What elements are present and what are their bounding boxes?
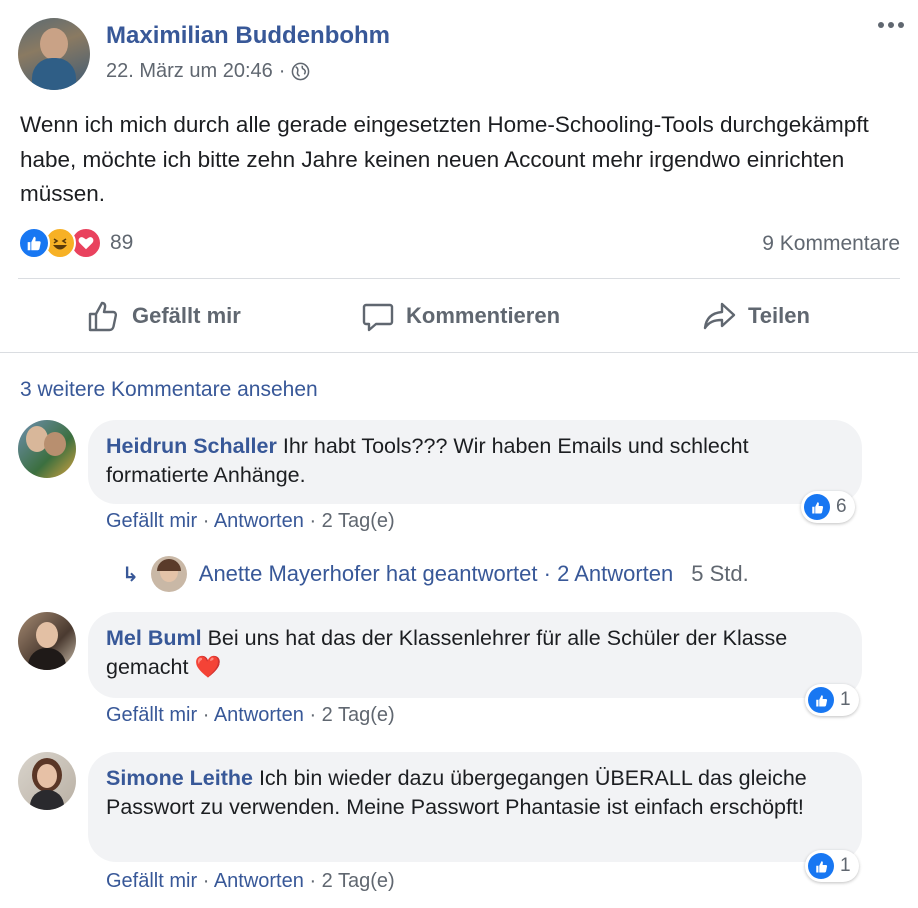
comment-like-link[interactable]: Gefällt mir bbox=[106, 510, 197, 532]
commenter-avatar[interactable] bbox=[18, 752, 76, 810]
comment-count[interactable]: 9 Kommentare bbox=[762, 232, 900, 256]
comment-time[interactable]: 2 Tag(e) bbox=[322, 510, 395, 532]
reactions-summary[interactable]: 89 bbox=[18, 226, 133, 260]
divider-top bbox=[18, 278, 900, 279]
separator-dot: · bbox=[309, 510, 317, 532]
comment-like-badge[interactable]: 1 bbox=[805, 684, 859, 716]
comment-time[interactable]: 2 Tag(e) bbox=[322, 704, 395, 726]
comment-like-count: 1 bbox=[840, 689, 851, 710]
separator-dot: · bbox=[309, 704, 317, 726]
share-label: Teilen bbox=[748, 303, 810, 328]
separator-dot: · bbox=[202, 870, 210, 892]
comment-reply-link[interactable]: Antworten bbox=[214, 870, 304, 892]
comment-like-link[interactable]: Gefällt mir bbox=[106, 870, 197, 892]
comment-like-badge[interactable]: 6 bbox=[801, 491, 855, 523]
meta-separator: · bbox=[278, 60, 286, 82]
share-button[interactable]: Teilen bbox=[702, 296, 810, 336]
comment-like-link[interactable]: Gefällt mir bbox=[106, 704, 197, 726]
commenter-name[interactable]: Heidrun Schaller bbox=[106, 434, 277, 458]
like-icon bbox=[808, 687, 834, 713]
comment-actions: Gefällt mir · Antworten · 2 Tag(e) bbox=[106, 870, 395, 893]
commenter-name[interactable]: Simone Leithe bbox=[106, 766, 253, 790]
comment-like-count: 1 bbox=[840, 855, 851, 876]
reply-arrow-icon: ↳ bbox=[122, 563, 139, 586]
heart-emoji: ❤️ bbox=[194, 655, 222, 679]
comment-reply-link[interactable]: Antworten bbox=[214, 510, 304, 532]
post-meta: 22. März um 20:46 · bbox=[106, 60, 310, 83]
comment-bubble: Simone Leithe Ich bin wieder dazu überge… bbox=[88, 752, 862, 862]
comment-icon bbox=[362, 303, 394, 332]
reply-thread-row[interactable]: ↳ Anette Mayerhofer hat geantwortet · 2 … bbox=[122, 556, 749, 592]
divider-bottom bbox=[0, 352, 918, 353]
reaction-count: 89 bbox=[110, 231, 134, 254]
reply-summary-link[interactable]: Anette Mayerhofer hat geantwortet · 2 An… bbox=[199, 561, 674, 587]
separator-dot: · bbox=[309, 870, 317, 892]
comment-label: Kommentieren bbox=[406, 303, 561, 328]
view-more-comments-link[interactable]: 3 weitere Kommentare ansehen bbox=[20, 378, 318, 402]
like-icon bbox=[18, 227, 50, 259]
commenter-avatar[interactable] bbox=[18, 420, 76, 478]
author-name[interactable]: Maximilian Buddenbohm bbox=[106, 22, 390, 50]
like-label: Gefällt mir bbox=[132, 303, 241, 328]
more-options-icon[interactable] bbox=[878, 22, 904, 28]
thumbs-up-icon bbox=[88, 301, 118, 332]
commenter-name[interactable]: Mel Buml bbox=[106, 626, 202, 650]
like-icon bbox=[808, 853, 834, 879]
post-date[interactable]: 22. März um 20:46 bbox=[106, 60, 273, 83]
comment-bubble: Mel Buml Bei uns hat das der Klassenlehr… bbox=[88, 612, 862, 698]
replier-avatar bbox=[150, 556, 187, 592]
like-button[interactable]: Gefällt mir bbox=[86, 296, 241, 336]
comment-actions: Gefällt mir · Antworten · 2 Tag(e) bbox=[106, 704, 395, 727]
separator-dot: · bbox=[202, 510, 210, 532]
comment-actions: Gefällt mir · Antworten · 2 Tag(e) bbox=[106, 510, 395, 533]
globe-icon bbox=[291, 62, 310, 81]
separator-dot: · bbox=[202, 704, 210, 726]
share-icon bbox=[703, 302, 736, 330]
reply-time: 5 Std. bbox=[691, 561, 749, 586]
comment-like-badge[interactable]: 1 bbox=[805, 850, 859, 882]
comment-button[interactable]: Kommentieren bbox=[360, 296, 560, 336]
like-icon bbox=[804, 494, 830, 520]
post-text: Wenn ich mich durch alle gerade eingeset… bbox=[20, 112, 869, 206]
comment-time[interactable]: 2 Tag(e) bbox=[322, 870, 395, 892]
author-avatar[interactable] bbox=[18, 18, 90, 90]
comment-like-count: 6 bbox=[836, 496, 847, 517]
comment-bubble: Heidrun Schaller Ihr habt Tools??? Wir h… bbox=[88, 420, 862, 504]
comment-reply-link[interactable]: Antworten bbox=[214, 704, 304, 726]
commenter-avatar[interactable] bbox=[18, 612, 76, 670]
